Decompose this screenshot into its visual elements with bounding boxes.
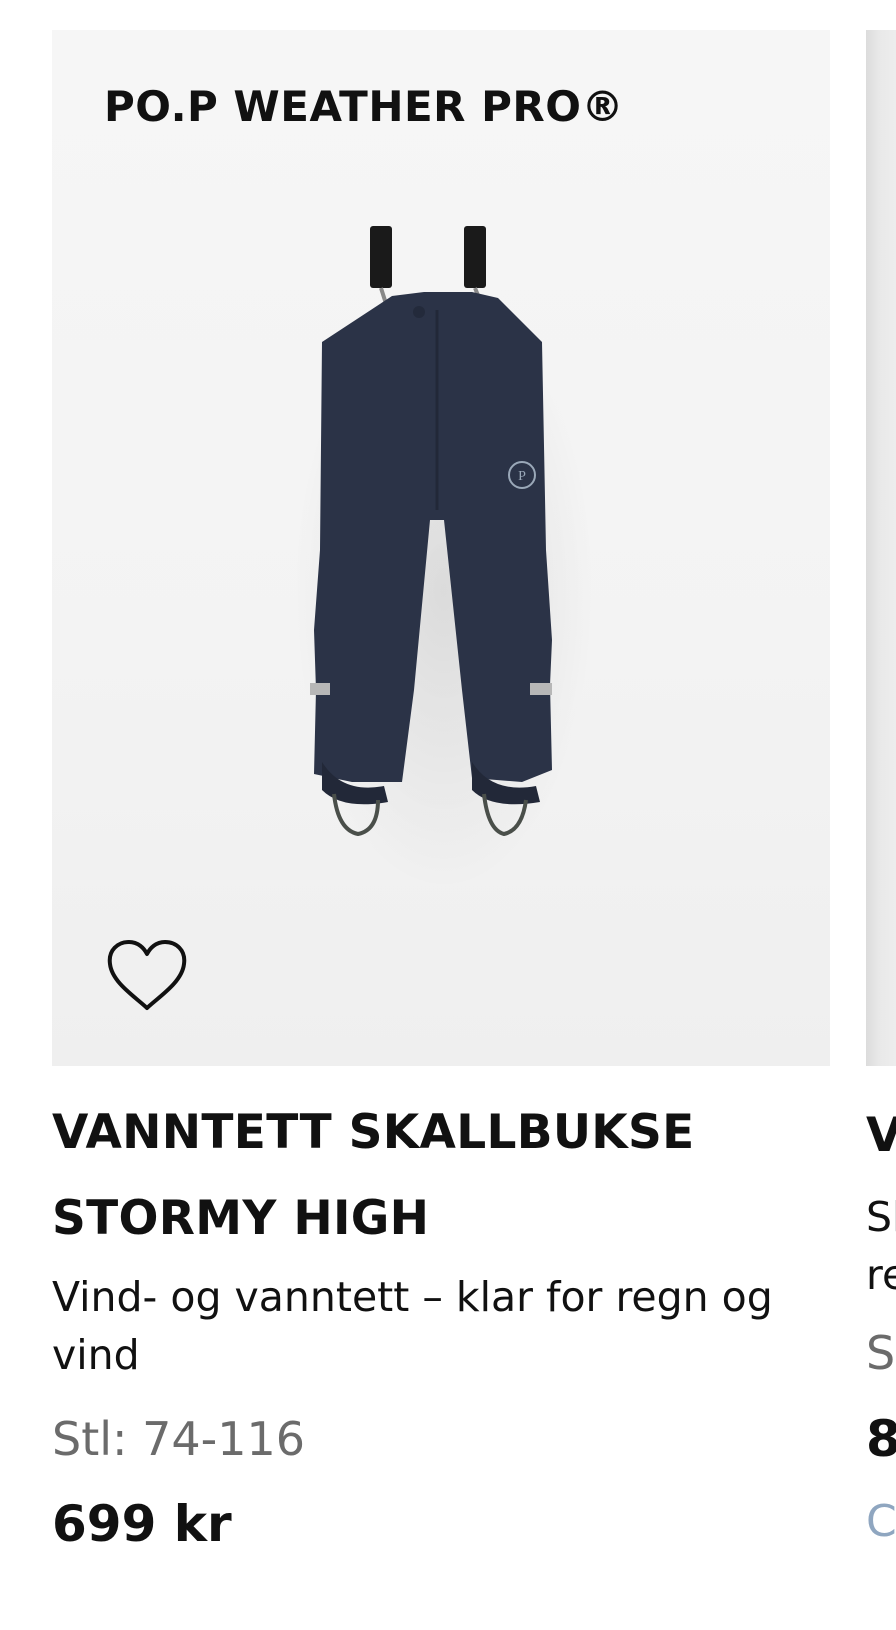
next-product-name: V xyxy=(866,1108,896,1163)
product-name-line2: STORMY HIGH xyxy=(52,1191,430,1246)
product-card[interactable]: PO.P WEATHER PRO® P VANNTETT SKALLBUKSE … xyxy=(52,30,830,1553)
next-product-sizes: S xyxy=(866,1326,896,1380)
product-name[interactable]: VANNTETT SKALLBUKSE STORMY HIGH xyxy=(52,1090,830,1262)
heart-outline-icon xyxy=(107,940,187,1010)
next-product-image[interactable] xyxy=(866,30,896,1066)
next-product-swatch: C xyxy=(866,1496,896,1547)
next-product-price: 8 xyxy=(866,1410,896,1468)
product-name-line1: VANNTETT SKALLBUKSE xyxy=(52,1105,695,1160)
product-description: Vind- og vanntett – klar for regn og vin… xyxy=(52,1273,773,1379)
product-sizes: Stl: 74-116 xyxy=(52,1412,306,1466)
product-info: VANNTETT SKALLBUKSE STORMY HIGH Vind- og… xyxy=(52,1090,830,1553)
next-desc-line1: Sl xyxy=(866,1193,896,1241)
product-image[interactable]: PO.P WEATHER PRO® P xyxy=(52,30,830,1066)
next-desc-line2: re xyxy=(866,1251,896,1299)
rain-bib-pants-image: P xyxy=(294,226,594,890)
next-product-description: Sl re xyxy=(866,1188,896,1304)
product-price: 699 kr xyxy=(52,1495,232,1553)
next-product-card-peek[interactable]: V Sl re S 8 C xyxy=(866,30,896,1630)
svg-text:P: P xyxy=(518,469,526,484)
wishlist-button[interactable] xyxy=(104,936,190,1014)
